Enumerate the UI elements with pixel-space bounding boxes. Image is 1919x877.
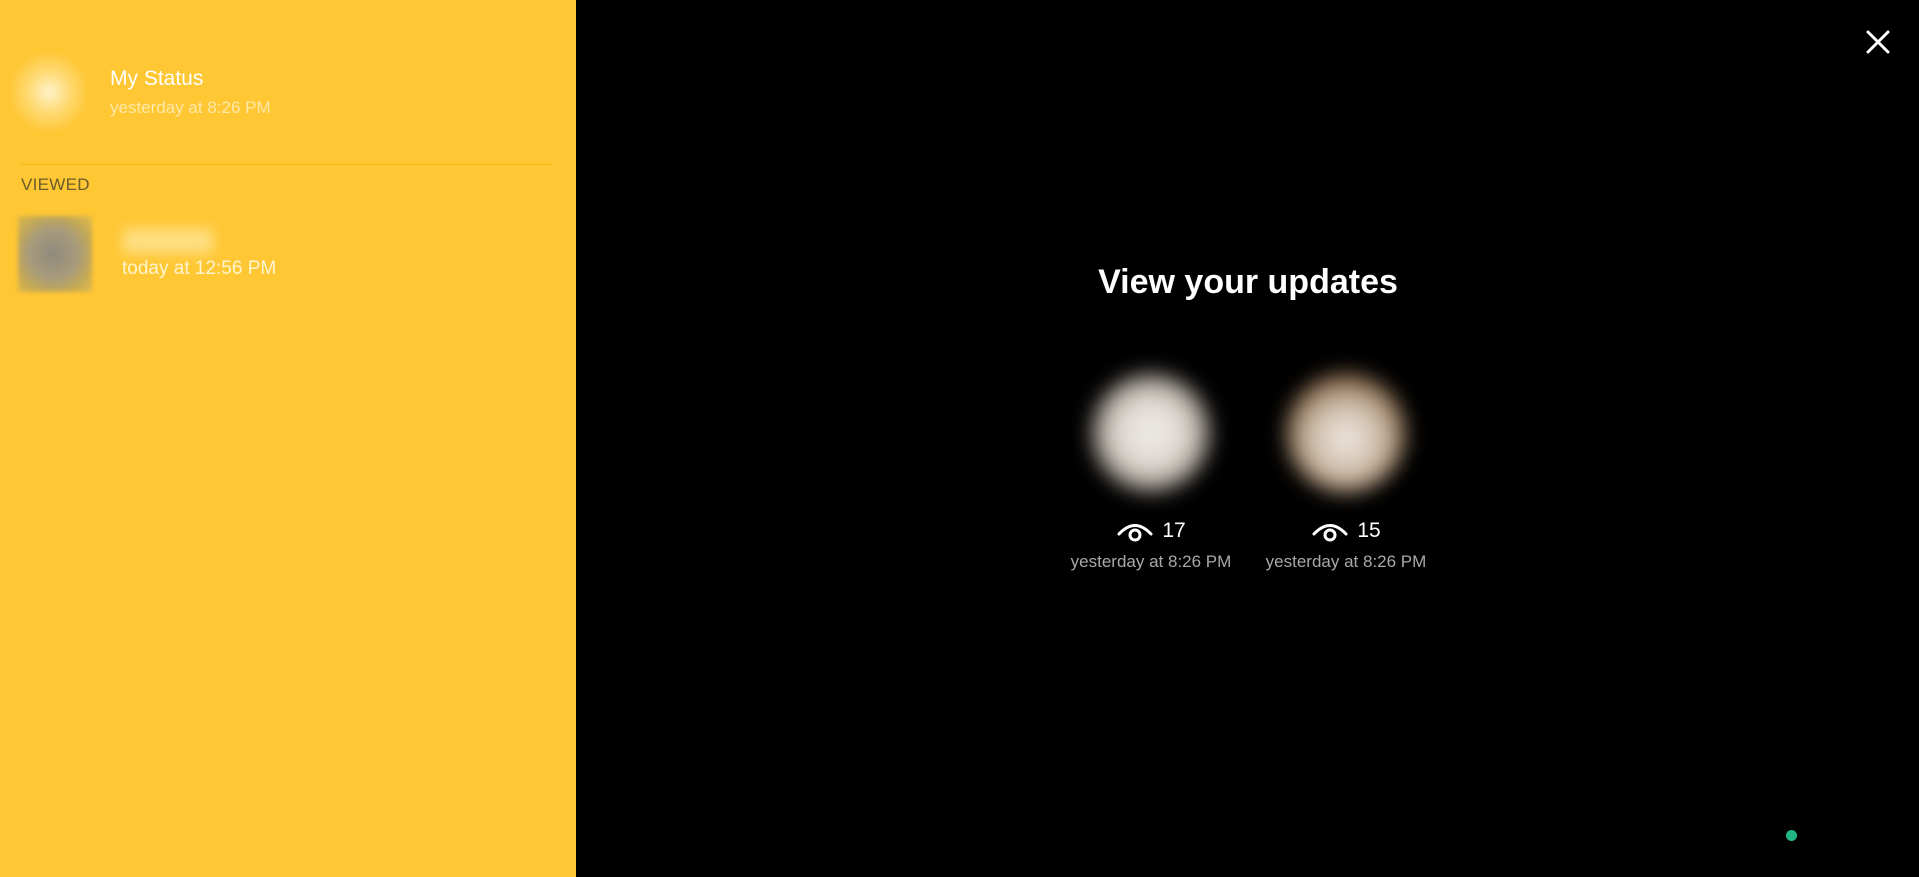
status-app: My Status yesterday at 8:26 PM VIEWED to… (0, 0, 1919, 877)
update-card[interactable]: 17 yesterday at 8:26 PM (1061, 358, 1241, 572)
update-thumbnail (1071, 358, 1231, 508)
update-thumbnail-image (1286, 373, 1406, 493)
view-count-row: 17 (1116, 516, 1186, 546)
view-updates-title: View your updates (1098, 263, 1398, 301)
my-status-item[interactable]: My Status yesterday at 8:26 PM (12, 54, 271, 130)
close-icon (1866, 30, 1890, 54)
update-thumbnail (1266, 358, 1426, 508)
contact-avatar (18, 216, 92, 292)
viewed-status-time: today at 12:56 PM (122, 257, 277, 279)
status-sidebar: My Status yesterday at 8:26 PM VIEWED to… (0, 0, 576, 877)
view-count-row: 15 (1311, 516, 1381, 546)
my-status-text: My Status yesterday at 8:26 PM (110, 65, 271, 120)
viewed-status-text: today at 12:56 PM (122, 227, 277, 281)
update-card[interactable]: 15 yesterday at 8:26 PM (1256, 358, 1436, 572)
status-viewer-panel (576, 0, 1919, 877)
online-status-dot (1786, 830, 1797, 841)
viewed-status-item[interactable]: today at 12:56 PM (18, 216, 276, 292)
update-time: yesterday at 8:26 PM (1265, 552, 1427, 571)
my-status-name: My Status (110, 66, 204, 90)
eye-icon (1117, 524, 1153, 542)
viewed-section-label: VIEWED (21, 175, 90, 194)
view-count: 15 (1357, 519, 1381, 542)
close-button[interactable] (1862, 26, 1894, 58)
my-status-time: yesterday at 8:26 PM (110, 97, 271, 117)
my-status-avatar (12, 54, 86, 130)
eye-icon (1312, 524, 1348, 542)
contact-name-blurred (122, 227, 214, 254)
update-time: yesterday at 8:26 PM (1070, 552, 1232, 571)
update-thumbnail-image (1091, 373, 1211, 493)
view-count: 17 (1162, 519, 1186, 542)
sidebar-divider (20, 164, 552, 165)
